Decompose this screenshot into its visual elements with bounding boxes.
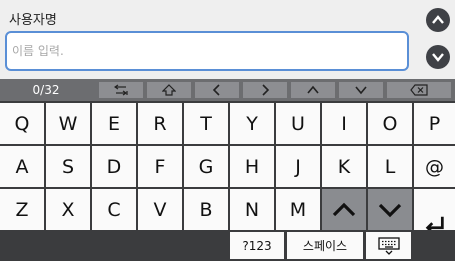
key-g[interactable]: G — [184, 146, 228, 187]
arrow-right-icon — [262, 84, 270, 96]
cursor-right-key[interactable] — [243, 82, 287, 98]
key-d[interactable]: D — [92, 146, 136, 187]
shift-key[interactable] — [147, 82, 191, 98]
key-p[interactable]: P — [414, 103, 455, 144]
shift-icon — [162, 84, 176, 96]
name-input[interactable] — [7, 33, 407, 69]
keyboard-icon — [377, 236, 400, 255]
scroll-down-button[interactable] — [426, 45, 450, 69]
key-t[interactable]: T — [184, 103, 228, 144]
name-input-box[interactable] — [5, 31, 409, 71]
keyboard-bottom-row: ?123 스페이스 — [0, 230, 455, 261]
backspace-icon — [410, 84, 428, 96]
key-l[interactable]: L — [368, 146, 412, 187]
key-e[interactable]: E — [92, 103, 136, 144]
arrow-left-icon — [212, 84, 220, 96]
scroll-up-button[interactable] — [426, 8, 450, 32]
chevron-down-icon — [355, 86, 367, 95]
key-f[interactable]: F — [138, 146, 182, 187]
key-w[interactable]: W — [46, 103, 90, 144]
tab-icon — [114, 84, 128, 96]
cursor-left-key[interactable] — [195, 82, 239, 98]
char-counter: 0/32 — [32, 83, 60, 97]
key-m[interactable]: M — [276, 189, 320, 230]
key-s[interactable]: S — [46, 146, 90, 187]
cursor-up-key[interactable] — [291, 82, 335, 98]
key-k[interactable]: K — [322, 146, 366, 187]
key-up[interactable] — [322, 189, 366, 230]
chevron-down-icon — [378, 203, 402, 217]
key-r[interactable]: R — [138, 103, 182, 144]
key-q[interactable]: Q — [0, 103, 44, 144]
key-o[interactable]: O — [368, 103, 412, 144]
backspace-key[interactable] — [387, 82, 451, 98]
input-panel: 사용자명 — [0, 0, 455, 79]
space-key[interactable]: 스페이스 — [287, 232, 363, 259]
key-i[interactable]: I — [322, 103, 366, 144]
hide-keyboard-key[interactable] — [366, 232, 411, 259]
key-u[interactable]: U — [276, 103, 320, 144]
keyboard-toolbar: 0/32 — [0, 79, 455, 101]
chevron-up-icon — [432, 15, 444, 24]
cursor-down-key[interactable] — [339, 82, 383, 98]
key-n[interactable]: N — [230, 189, 274, 230]
key-x[interactable]: X — [46, 189, 90, 230]
key-c[interactable]: C — [92, 189, 136, 230]
key-j[interactable]: J — [276, 146, 320, 187]
key-v[interactable]: V — [138, 189, 182, 230]
key-b[interactable]: B — [184, 189, 228, 230]
chevron-up-icon — [332, 202, 356, 216]
key-z[interactable]: Z — [0, 189, 44, 230]
chevron-up-icon — [307, 85, 319, 94]
chevron-down-icon — [432, 53, 444, 62]
key-h[interactable]: H — [230, 146, 274, 187]
symbols-key[interactable]: ?123 — [230, 232, 284, 259]
tab-key[interactable] — [99, 82, 143, 98]
key-down[interactable] — [368, 189, 412, 230]
key-y[interactable]: Y — [230, 103, 274, 144]
field-label: 사용자명 — [9, 13, 57, 28]
key-at[interactable]: @ — [414, 146, 455, 187]
key-a[interactable]: A — [0, 146, 44, 187]
